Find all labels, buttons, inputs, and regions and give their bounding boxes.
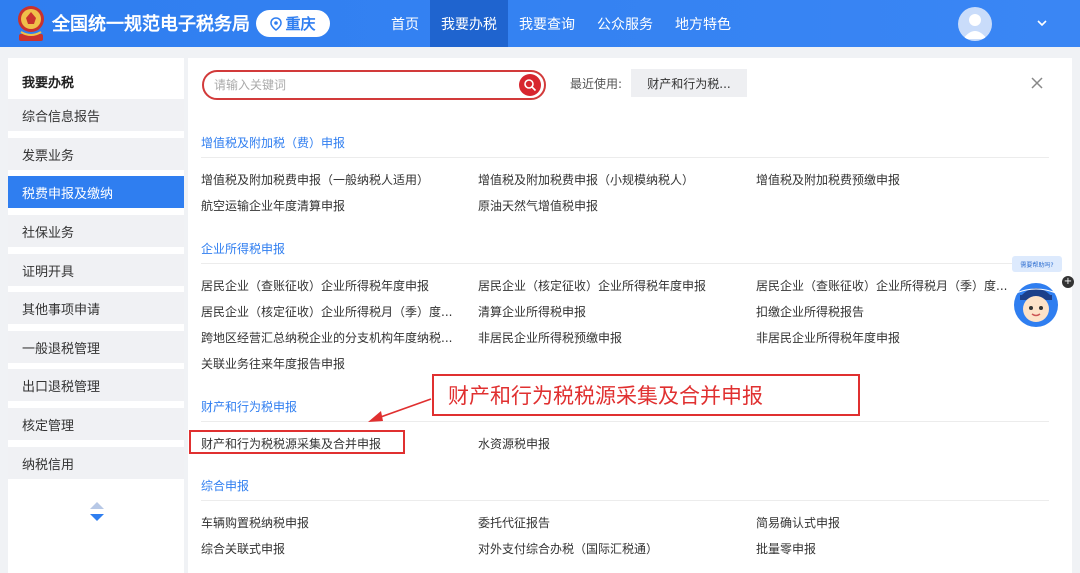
close-icon[interactable] xyxy=(1030,76,1044,90)
tax-emblem-icon[interactable] xyxy=(14,4,48,44)
sidebar-item-certificate[interactable]: 证明开具 xyxy=(8,254,184,286)
sidebar-item-social-insurance[interactable]: 社保业务 xyxy=(8,215,184,247)
main-panel: 最近使用: 财产和行为税... 增值税及附加税（费）申报 增值税及附加税费申报（… xyxy=(188,58,1072,573)
section-title-corporate-income-tax: 企业所得税申报 xyxy=(201,242,286,256)
section-title-comprehensive: 综合申报 xyxy=(201,479,250,493)
highlight-box xyxy=(189,430,405,454)
link-cit-quarterly-audit[interactable]: 居民企业（查账征收）企业所得税月（季）度... xyxy=(756,277,1007,294)
link-cit-quarterly-assessed[interactable]: 居民企业（核定征收）企业所得税月（季）度... xyxy=(201,303,452,320)
chevron-down-icon[interactable] xyxy=(1036,17,1048,29)
section-divider xyxy=(201,263,1049,264)
link-related-transactions[interactable]: 关联业务往来年度报告申报 xyxy=(201,355,345,372)
nav-query[interactable]: 我要查询 xyxy=(508,0,586,47)
sidebar-item-general-refund[interactable]: 一般退税管理 xyxy=(8,331,184,363)
sidebar-item-export-refund[interactable]: 出口退税管理 xyxy=(8,369,184,401)
recent-label: 最近使用: xyxy=(570,77,623,91)
main-nav: 首页 我要办税 我要查询 公众服务 地方特色 xyxy=(380,0,742,47)
sidebar-title: 我要办税 xyxy=(22,76,75,91)
help-bubble[interactable]: 需要帮助吗? xyxy=(1012,256,1062,272)
section-title-vat: 增值税及附加税（费）申报 xyxy=(201,136,346,150)
link-simple-confirm[interactable]: 简易确认式申报 xyxy=(756,514,840,531)
user-avatar[interactable] xyxy=(958,7,992,41)
scroll-arrows-icon[interactable] xyxy=(87,498,107,526)
nav-local-features[interactable]: 地方特色 xyxy=(664,0,742,47)
section-title-property-behavior-tax: 财产和行为税申报 xyxy=(201,400,298,414)
region-selector[interactable]: 重庆 xyxy=(256,10,330,37)
link-cit-withholding[interactable]: 扣缴企业所得税报告 xyxy=(756,303,864,320)
sidebar-item-invoice[interactable]: 发票业务 xyxy=(8,138,184,170)
link-entrusted-collection[interactable]: 委托代征报告 xyxy=(478,514,550,531)
sidebar-item-info-report[interactable]: 综合信息报告 xyxy=(8,99,184,131)
section-divider xyxy=(201,421,1049,422)
search-box xyxy=(202,70,546,100)
assistant-mascot-icon[interactable] xyxy=(1012,277,1060,329)
link-cit-liquidation[interactable]: 清算企业所得税申报 xyxy=(478,303,586,320)
link-oil-gas-vat[interactable]: 原油天然气增值税申报 xyxy=(478,197,598,214)
annotation-arrow-icon xyxy=(368,398,432,422)
sidebar-item-tax-credit[interactable]: 纳税信用 xyxy=(8,447,184,479)
search-input[interactable] xyxy=(214,76,504,94)
link-cit-nonresident-prepay[interactable]: 非居民企业所得税预缴申报 xyxy=(478,329,622,346)
link-batch-zero[interactable]: 批量零申报 xyxy=(756,540,816,557)
location-pin-icon xyxy=(270,16,283,31)
nav-home[interactable]: 首页 xyxy=(380,0,430,47)
link-water-resource-tax[interactable]: 水资源税申报 xyxy=(478,435,550,452)
link-cit-annual-audit[interactable]: 居民企业（查账征收）企业所得税年度申报 xyxy=(201,277,429,294)
sidebar-item-assessment[interactable]: 核定管理 xyxy=(8,408,184,440)
region-name: 重庆 xyxy=(285,15,316,33)
link-vat-prepay[interactable]: 增值税及附加税费预缴申报 xyxy=(756,171,900,188)
link-outbound-payment[interactable]: 对外支付综合办税（国际汇税通） xyxy=(478,540,658,557)
link-cit-nonresident-annual[interactable]: 非居民企业所得税年度申报 xyxy=(756,329,900,346)
link-aviation-settlement[interactable]: 航空运输企业年度清算申报 xyxy=(201,197,345,214)
link-vat-small-scale[interactable]: 增值税及附加税费申报（小规模纳税人） xyxy=(478,171,694,188)
link-vat-general[interactable]: 增值税及附加税费申报（一般纳税人适用） xyxy=(201,171,429,188)
nav-tax-handling[interactable]: 我要办税 xyxy=(430,0,508,47)
search-button[interactable] xyxy=(519,74,541,96)
annotation-callout: 财产和行为税税源采集及合并申报 xyxy=(432,374,860,416)
sidebar-item-tax-declaration[interactable]: 税费申报及缴纳 xyxy=(8,176,184,208)
section-divider xyxy=(201,500,1049,501)
nav-public-service[interactable]: 公众服务 xyxy=(586,0,664,47)
link-cit-branch-annual[interactable]: 跨地区经营汇总纳税企业的分支机构年度纳税... xyxy=(201,329,452,346)
search-icon xyxy=(524,79,537,92)
link-cit-annual-assessed[interactable]: 居民企业（核定征收）企业所得税年度申报 xyxy=(478,277,706,294)
recent-tag[interactable]: 财产和行为税... xyxy=(631,69,747,97)
plus-badge[interactable]: + xyxy=(1062,276,1074,288)
section-divider xyxy=(201,157,1049,158)
link-vehicle-purchase-tax[interactable]: 车辆购置税纳税申报 xyxy=(201,514,309,531)
site-title: 全国统一规范电子税务局 xyxy=(52,14,250,35)
sidebar: 我要办税 综合信息报告 发票业务 税费申报及缴纳 社保业务 证明开具 其他事项申… xyxy=(8,58,184,573)
link-comprehensive-linked[interactable]: 综合关联式申报 xyxy=(201,540,285,557)
sidebar-item-other-requests[interactable]: 其他事项申请 xyxy=(8,292,184,324)
user-avatar-icon xyxy=(963,14,987,39)
top-header: 全国统一规范电子税务局 重庆 首页 我要办税 我要查询 公众服务 地方特色 xyxy=(0,0,1080,47)
